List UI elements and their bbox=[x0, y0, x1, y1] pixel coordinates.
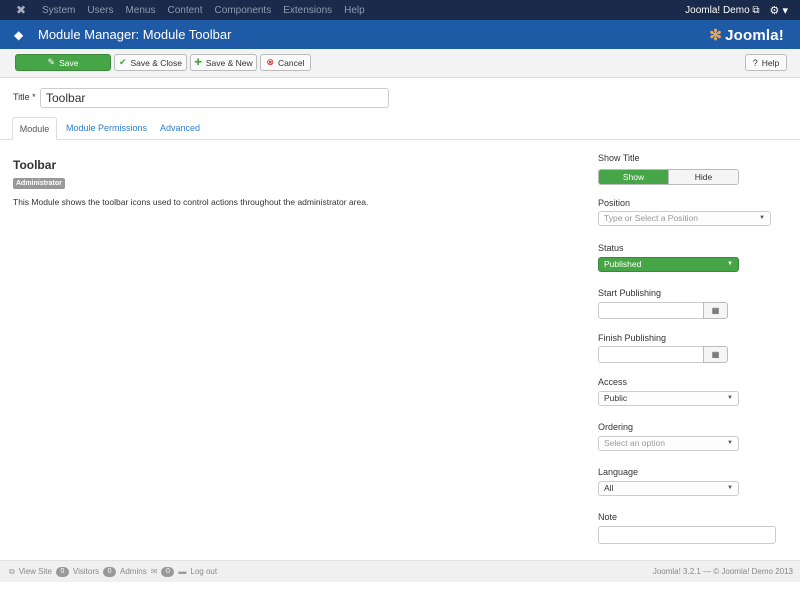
admins-count: 0 bbox=[103, 566, 117, 577]
status-footer: ⧉ View Site 0 Visitors 0 Admins ✉ 0 ▬ Lo… bbox=[0, 560, 800, 582]
calendar-icon[interactable]: ▦ bbox=[703, 346, 728, 363]
tab-module-permissions[interactable]: Module Permissions bbox=[66, 117, 147, 140]
minus-icon: ▬ bbox=[178, 567, 187, 576]
tab-module[interactable]: Module bbox=[12, 117, 57, 140]
main-menu: System Users Menus Content Components Ex… bbox=[36, 5, 371, 16]
menu-item-users[interactable]: Users bbox=[81, 5, 119, 16]
gear-icon[interactable]: ⚙ ▾ bbox=[770, 4, 788, 17]
page-header: ◆ Module Manager: Module Toolbar ✻ Joomla… bbox=[0, 20, 800, 49]
menu-item-system[interactable]: System bbox=[36, 5, 81, 16]
status-label: Status bbox=[598, 243, 624, 253]
finish-publishing-label: Finish Publishing bbox=[598, 333, 667, 343]
position-placeholder: Type or Select a Position bbox=[604, 213, 699, 223]
help-button[interactable]: ? Help bbox=[745, 54, 787, 71]
ordering-placeholder: Select an option bbox=[604, 438, 665, 448]
messages-count: 0 bbox=[161, 566, 175, 577]
tab-bar: Module Module Permissions Advanced bbox=[0, 117, 800, 140]
chevron-down-icon: ▼ bbox=[727, 261, 733, 267]
admins-label: Admins bbox=[120, 567, 147, 576]
title-input[interactable]: Toolbar bbox=[40, 88, 389, 108]
question-icon: ? bbox=[752, 57, 758, 68]
page-title: Module Manager: Module Toolbar bbox=[38, 27, 232, 42]
module-description: This Module shows the toolbar icons used… bbox=[13, 197, 369, 207]
language-select[interactable]: All ▼ bbox=[598, 481, 739, 496]
save-label: Save bbox=[59, 57, 79, 68]
cancel-button[interactable]: ⊗ Cancel bbox=[260, 54, 311, 71]
visitors-label: Visitors bbox=[72, 567, 100, 576]
chevron-down-icon: ▼ bbox=[727, 485, 733, 491]
cube-icon: ◆ bbox=[14, 27, 24, 42]
access-select[interactable]: Public ▼ bbox=[598, 391, 739, 406]
position-select[interactable]: Type or Select a Position ▼ bbox=[598, 211, 771, 226]
tab-advanced[interactable]: Advanced bbox=[160, 117, 200, 140]
help-label: Help bbox=[761, 57, 780, 68]
calendar-icon[interactable]: ▦ bbox=[703, 302, 728, 319]
show-title-label: Show Title bbox=[598, 153, 640, 163]
status-select[interactable]: Published ▼ bbox=[598, 257, 739, 272]
logout-link[interactable]: Log out bbox=[190, 567, 217, 576]
cancel-icon: ⊗ bbox=[266, 57, 275, 67]
access-value: Public bbox=[604, 393, 628, 403]
menu-item-menus[interactable]: Menus bbox=[119, 5, 161, 16]
show-button[interactable]: Show bbox=[599, 170, 668, 184]
site-name: Joomla! Demo bbox=[685, 4, 750, 16]
top-nav: ✖ System Users Menus Content Components … bbox=[0, 0, 800, 20]
language-value: All bbox=[604, 483, 614, 493]
chevron-down-icon: ▼ bbox=[727, 395, 733, 401]
joomla-icon[interactable]: ✖ bbox=[14, 3, 28, 17]
version-text: Joomla! 3.2.1 — © Joomla! Demo 2013 bbox=[652, 567, 793, 576]
brand-text: Joomla! bbox=[725, 26, 784, 44]
ordering-select[interactable]: Select an option ▼ bbox=[598, 436, 739, 451]
menu-item-extensions[interactable]: Extensions bbox=[277, 5, 338, 16]
external-link-icon: ⧉ bbox=[752, 4, 760, 16]
save-new-label: Save & New bbox=[205, 57, 253, 68]
ordering-label: Ordering bbox=[598, 422, 634, 432]
menu-item-components[interactable]: Components bbox=[209, 5, 278, 16]
menu-item-help[interactable]: Help bbox=[338, 5, 371, 16]
save-close-button[interactable]: ✔ Save & Close bbox=[114, 54, 187, 71]
access-label: Access bbox=[598, 377, 628, 387]
joomla-logo-icon: ✻ bbox=[709, 26, 723, 44]
save-new-button[interactable]: ✚ Save & New bbox=[190, 54, 257, 71]
external-link-icon: ⧉ bbox=[9, 566, 15, 576]
menu-item-content[interactable]: Content bbox=[161, 5, 208, 16]
hide-button[interactable]: Hide bbox=[668, 170, 738, 184]
plus-icon: ✚ bbox=[194, 57, 202, 67]
finish-publishing-input[interactable] bbox=[598, 346, 704, 363]
note-label: Note bbox=[598, 512, 618, 522]
visitors-count: 0 bbox=[55, 566, 69, 577]
cancel-label: Cancel bbox=[278, 57, 305, 68]
title-label: Title * bbox=[13, 92, 36, 102]
save-close-label: Save & Close bbox=[130, 57, 183, 68]
site-link[interactable]: Joomla! Demo ⧉ bbox=[685, 5, 759, 16]
joomla-brand-logo: ✻ Joomla! bbox=[709, 26, 784, 44]
edit-icon: ✎ bbox=[47, 57, 56, 67]
footer-left: ⧉ View Site 0 Visitors 0 Admins ✉ 0 ▬ Lo… bbox=[9, 566, 217, 577]
envelope-icon[interactable]: ✉ bbox=[151, 567, 158, 576]
module-name: Toolbar bbox=[13, 158, 57, 172]
language-label: Language bbox=[598, 467, 639, 477]
top-nav-right: Joomla! Demo ⧉ ⚙ ▾ bbox=[685, 4, 788, 17]
start-publishing-input[interactable] bbox=[598, 302, 704, 319]
position-label: Position bbox=[598, 198, 631, 208]
chevron-down-icon: ▼ bbox=[759, 215, 765, 221]
note-input[interactable] bbox=[598, 526, 776, 544]
save-button[interactable]: ✎ Save bbox=[15, 54, 111, 71]
client-badge: Administrator bbox=[13, 178, 65, 189]
start-publishing-label: Start Publishing bbox=[598, 288, 662, 298]
chevron-down-icon: ▼ bbox=[727, 440, 733, 446]
toolbar: ✎ Save ✔ Save & Close ✚ Save & New ⊗ Cancel … bbox=[0, 49, 800, 78]
show-title-toggle: Show Hide bbox=[598, 169, 739, 185]
status-value: Published bbox=[604, 259, 642, 269]
view-site-link[interactable]: View Site bbox=[19, 567, 52, 576]
check-icon: ✔ bbox=[118, 57, 127, 67]
